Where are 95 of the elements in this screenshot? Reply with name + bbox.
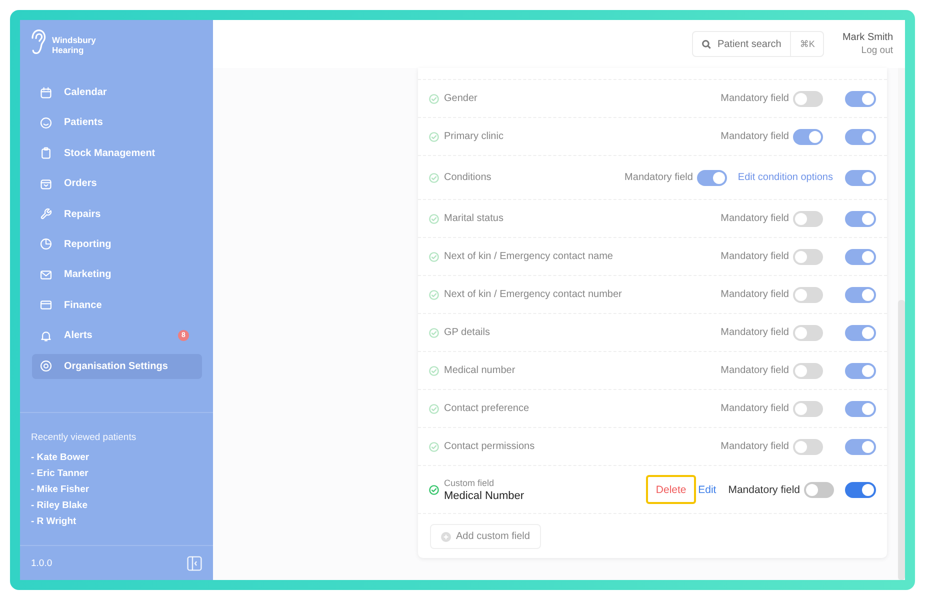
check-circle-icon bbox=[429, 252, 439, 262]
sidebar-collapse-icon[interactable] bbox=[187, 556, 202, 570]
nav-item[interactable]: Organisation Settings bbox=[32, 354, 202, 379]
logo-text: Windsbury Hearing bbox=[52, 36, 97, 56]
mandatory-label: Mandatory field bbox=[720, 131, 789, 142]
box-icon bbox=[40, 178, 52, 190]
bell-icon bbox=[40, 330, 52, 342]
mandatory-label: Mandatory field bbox=[720, 365, 789, 376]
edit-options-link[interactable]: Edit condition options bbox=[738, 172, 833, 183]
toggle-switch[interactable] bbox=[793, 324, 823, 340]
toggle-switch[interactable] bbox=[845, 248, 876, 264]
nav-item[interactable]: Finance bbox=[32, 292, 202, 318]
toggle-switch[interactable] bbox=[793, 248, 823, 264]
credit-card-icon bbox=[40, 299, 52, 312]
toggle-switch[interactable] bbox=[845, 482, 876, 498]
edit-link[interactable]: Edit bbox=[698, 484, 716, 496]
nav-item[interactable]: Reporting bbox=[32, 232, 202, 257]
check-circle-icon bbox=[429, 214, 439, 224]
nav-item[interactable]: Repairs bbox=[32, 202, 202, 227]
toggle-switch[interactable] bbox=[804, 482, 834, 498]
smiley-icon bbox=[40, 116, 52, 129]
toggle-switch[interactable] bbox=[845, 324, 876, 340]
nav-item[interactable]: Stock Management bbox=[32, 140, 202, 166]
check-circle-icon bbox=[429, 290, 439, 300]
recent-patient-link[interactable]: - Kate Bower bbox=[31, 450, 203, 466]
envelope-icon bbox=[40, 268, 52, 281]
logout-link[interactable]: Log out bbox=[842, 44, 893, 57]
check-circle-icon bbox=[429, 328, 439, 338]
field-label: Contact preference bbox=[444, 403, 530, 414]
toggle-switch[interactable] bbox=[793, 128, 823, 144]
toggle-switch[interactable] bbox=[845, 438, 876, 454]
nav-item[interactable]: Marketing bbox=[32, 262, 202, 288]
mandatory-label: Mandatory field bbox=[624, 172, 693, 183]
pie-chart-icon bbox=[40, 238, 52, 250]
toggle-switch[interactable] bbox=[845, 400, 876, 416]
user-name: Mark Smith bbox=[842, 31, 893, 44]
toggle-switch[interactable] bbox=[793, 210, 823, 226]
mandatory-label: Mandatory field bbox=[720, 403, 789, 414]
mandatory-label: Mandatory field bbox=[720, 441, 789, 452]
field-label: Contact permissions bbox=[444, 441, 535, 452]
field-label: Conditions bbox=[444, 172, 492, 183]
toggle-switch[interactable] bbox=[696, 170, 727, 186]
field-label: Next of kin / Emergency contact number bbox=[444, 289, 622, 300]
toggle-switch[interactable] bbox=[793, 400, 823, 416]
calendar-icon bbox=[40, 86, 52, 98]
mandatory-label: Mandatory field bbox=[720, 327, 789, 338]
ear-logo-icon bbox=[30, 29, 46, 55]
toggle-switch[interactable] bbox=[845, 362, 876, 378]
toggle-switch[interactable] bbox=[845, 170, 876, 186]
check-circle-icon bbox=[429, 94, 439, 104]
mandatory-label: Mandatory field bbox=[720, 289, 789, 300]
wrench-icon bbox=[40, 208, 52, 220]
toggle-switch[interactable] bbox=[793, 286, 823, 302]
mandatory-label: Mandatory field bbox=[720, 213, 789, 224]
mandatory-label: Mandatory field bbox=[728, 484, 800, 496]
delete-button[interactable]: Delete bbox=[646, 475, 696, 504]
field-caption: Custom field bbox=[444, 476, 496, 488]
settings-icon bbox=[40, 360, 52, 372]
check-circle-icon bbox=[429, 366, 439, 376]
toggle-switch[interactable] bbox=[845, 128, 876, 144]
toggle-switch[interactable] bbox=[793, 362, 823, 378]
plus-circle-icon bbox=[441, 532, 451, 542]
nav-item[interactable]: Orders bbox=[32, 171, 202, 196]
check-circle-icon bbox=[429, 484, 439, 494]
check-circle-icon bbox=[429, 404, 439, 414]
shortcut-hint: ⌘K bbox=[790, 32, 824, 56]
check-circle-icon bbox=[429, 172, 439, 182]
check-circle-icon bbox=[429, 132, 439, 142]
field-label: Marital status bbox=[444, 213, 504, 224]
mandatory-label: Mandatory field bbox=[720, 93, 789, 104]
field-label: Gender bbox=[444, 93, 478, 104]
recent-patient-link[interactable]: - R Wright bbox=[31, 514, 203, 530]
version-label: 1.0.0 bbox=[31, 558, 52, 568]
clipboard-icon bbox=[40, 147, 52, 160]
nav-item[interactable]: Patients bbox=[32, 110, 202, 136]
recent-patient-link[interactable]: - Mike Fisher bbox=[31, 482, 203, 498]
check-circle-icon bbox=[429, 442, 439, 452]
toggle-switch[interactable] bbox=[845, 286, 876, 302]
recent-patient-link[interactable]: - Eric Tanner bbox=[31, 466, 203, 482]
field-label: Primary clinic bbox=[444, 131, 504, 142]
field-label: GP details bbox=[444, 327, 490, 338]
recent-patients-title: Recently viewed patients bbox=[31, 432, 136, 444]
field-label: Medical number bbox=[444, 365, 516, 376]
toggle-switch[interactable] bbox=[845, 90, 876, 106]
field-label: Medical Number bbox=[444, 488, 524, 502]
scrollbar-thumb[interactable] bbox=[898, 300, 905, 580]
field-label: Next of kin / Emergency contact name bbox=[444, 251, 613, 262]
add-field-button[interactable]: Add custom field bbox=[430, 524, 541, 549]
toggle-switch[interactable] bbox=[793, 438, 823, 454]
mandatory-label: Mandatory field bbox=[720, 251, 789, 262]
recent-patient-link[interactable]: - Riley Blake bbox=[31, 498, 203, 514]
toggle-switch[interactable] bbox=[845, 210, 876, 226]
nav-item[interactable]: Calendar bbox=[32, 80, 202, 105]
search-icon bbox=[702, 40, 712, 48]
toggle-switch[interactable] bbox=[793, 90, 823, 106]
